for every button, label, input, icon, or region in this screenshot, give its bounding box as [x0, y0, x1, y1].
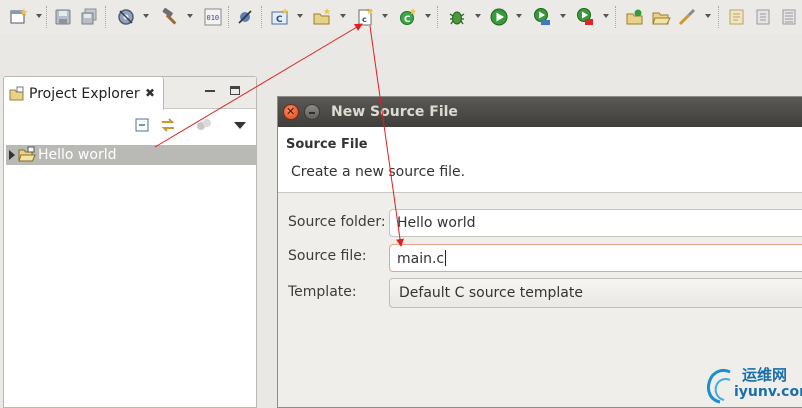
project-explorer-tabbar: Project Explorer ✖ [4, 77, 256, 110]
toolbar-separator [46, 6, 47, 28]
dialog-title-bar[interactable]: ✕ New Source File [278, 97, 802, 127]
debug-bug-icon[interactable] [447, 7, 467, 27]
search-brush-icon[interactable] [677, 7, 697, 27]
tree-item-hello-world[interactable]: Hello world [6, 145, 256, 165]
binary-010-icon[interactable]: 010 [203, 7, 223, 27]
open-type-icon[interactable] [625, 7, 645, 27]
external-tools-icon[interactable] [575, 7, 595, 27]
project-explorer-view: Project Explorer ✖ Hello world [3, 76, 257, 408]
dialog-banner: Source File Create a new source file. [278, 127, 802, 193]
template-value: Default C source template [399, 285, 583, 301]
template-label: Template: [288, 284, 357, 300]
svg-text:010: 010 [207, 14, 220, 22]
project-explorer-toolbar [4, 110, 256, 140]
minimize-icon [309, 112, 315, 114]
open-folder-icon[interactable] [651, 7, 671, 27]
collapse-all-icon[interactable] [134, 117, 150, 137]
new-wizard-dropdown-icon[interactable] [36, 14, 42, 18]
window-minimize-button[interactable] [304, 104, 320, 120]
expand-arrow-icon[interactable] [9, 150, 15, 160]
source-file-value: main.c [397, 250, 447, 267]
new-class-dropdown-icon[interactable] [425, 14, 431, 18]
save-all-icon[interactable] [79, 7, 99, 27]
debug-dropdown-icon[interactable] [475, 14, 481, 18]
banner-description: Create a new source file. [291, 164, 466, 180]
project-folder-icon [18, 146, 36, 167]
link-with-editor-icon[interactable] [159, 116, 177, 138]
build-config-gear-icon[interactable] [116, 7, 136, 27]
run-icon[interactable] [489, 7, 509, 27]
search-brush-dropdown-icon[interactable] [705, 14, 711, 18]
run-coverage-dropdown-icon[interactable] [560, 14, 566, 18]
toolbar-separator [105, 6, 106, 28]
close-icon[interactable]: ✖ [145, 86, 155, 100]
source-folder-value: Hello world [397, 215, 476, 231]
document-icon[interactable] [753, 7, 773, 27]
toolbar-separator [615, 6, 616, 28]
new-folder-icon[interactable] [312, 7, 332, 27]
toolbar-separator [228, 6, 229, 28]
run-coverage-icon[interactable] [532, 7, 552, 27]
project-explorer-icon [9, 86, 25, 106]
maximize-icon[interactable] [230, 86, 240, 95]
new-c-project-dropdown-icon[interactable] [297, 14, 303, 18]
watermark-swirl-icon [706, 368, 731, 404]
new-source-file-icon[interactable]: c [355, 7, 375, 27]
source-file-text: main.c [397, 251, 445, 267]
skip-breakpoints-icon[interactable] [235, 7, 255, 27]
view-menu-icon[interactable] [234, 122, 246, 129]
source-file-label: Source file: [288, 248, 367, 264]
tab-project-explorer[interactable]: Project Explorer ✖ [4, 77, 164, 110]
svg-text:c: c [362, 15, 367, 24]
text-caret [445, 250, 447, 266]
toolbar-separator [718, 6, 719, 28]
save-icon[interactable] [53, 7, 73, 27]
external-tools-dropdown-icon[interactable] [603, 14, 609, 18]
source-folder-label: Source folder: [288, 214, 386, 230]
minimize-icon[interactable] [205, 90, 215, 92]
tree-item-label: Hello world [38, 147, 117, 163]
dialog-title: New Source File [331, 104, 458, 120]
watermark-logo: 运维网 iyunv.com [704, 360, 802, 408]
new-wizard-icon[interactable] [9, 7, 29, 27]
watermark-line2: iyunv.com [734, 384, 802, 400]
project-explorer-title: Project Explorer [29, 86, 140, 102]
new-class-icon[interactable]: C [398, 7, 418, 27]
new-folder-dropdown-icon[interactable] [340, 14, 346, 18]
svg-text:C: C [276, 15, 283, 25]
build-config-dropdown-icon[interactable] [143, 14, 149, 18]
run-dropdown-icon[interactable] [516, 14, 522, 18]
new-c-project-icon[interactable]: C [270, 7, 290, 27]
watermark-line1: 运维网 [742, 366, 788, 384]
close-icon: ✕ [286, 105, 296, 118]
source-file-input[interactable]: main.c [389, 244, 802, 272]
source-folder-input[interactable]: Hello world [389, 209, 802, 237]
toolbar-separator [437, 6, 438, 28]
svg-text:C: C [404, 15, 411, 25]
main-toolbar: 010 C c C [0, 0, 802, 34]
hammer-dropdown-icon[interactable] [187, 14, 193, 18]
window-close-button[interactable]: ✕ [283, 104, 299, 120]
toolbar-separator [261, 6, 262, 28]
list-icon[interactable] [779, 7, 799, 27]
banner-heading: Source File [286, 137, 368, 152]
template-select[interactable]: Default C source template [389, 278, 802, 308]
annotation-icon[interactable] [727, 7, 747, 27]
hammer-icon[interactable] [160, 7, 180, 27]
new-source-file-dropdown-icon[interactable] [382, 14, 388, 18]
filter-icon[interactable] [196, 118, 212, 136]
